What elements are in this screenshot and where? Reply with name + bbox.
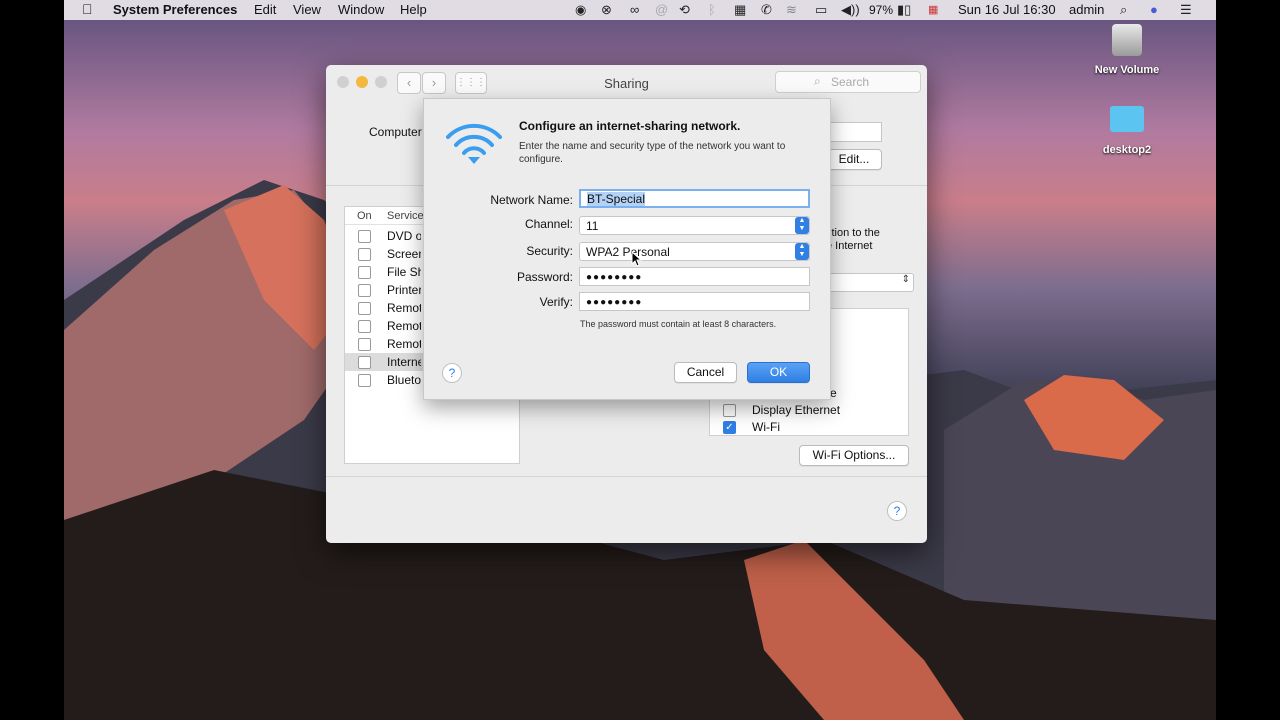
menu-window[interactable]: Window [338,2,384,17]
volume-icon[interactable]: ◀)) [841,2,860,18]
sheet-title: Configure an internet-sharing network. [519,119,741,133]
service-label: Screen [387,247,421,261]
service-checkbox[interactable] [358,248,371,261]
service-label: Remote [387,337,421,351]
verify-value: ●●●●●●●● [586,297,643,308]
edit-button[interactable]: Edit... [826,149,882,170]
service-checkbox[interactable] [358,284,371,297]
flag-uk-icon[interactable]: ▦ [928,3,938,16]
port-checkbox-wifi[interactable]: ✓ [723,421,736,434]
service-label: Printer [387,283,421,297]
service-label: Bluetoo [387,373,421,387]
service-checkbox[interactable] [358,374,371,387]
service-checkbox[interactable] [358,356,371,369]
chevron-updown-icon: ▲ ▼ [795,243,809,260]
channel-label: Channel: [524,217,573,231]
service-label: File Sha [387,265,421,279]
description-text-2: e Internet [826,240,873,252]
sheet-help-button[interactable]: ? [442,363,462,383]
service-label: Internet [387,355,421,369]
service-checkbox[interactable] [358,302,371,315]
desktop-icon-label: New Volume [1094,64,1160,76]
bluetooth-icon[interactable]: ᛒ [708,2,716,17]
wifi-icon [446,123,502,164]
mouse-cursor-icon [631,251,643,267]
menu-help[interactable]: Help [400,2,427,17]
security-select[interactable]: WPA2 Personal ▲ ▼ [579,242,810,261]
keyboard-icon[interactable]: ▦ [734,2,746,18]
wifi-options-button[interactable]: Wi-Fi Options... [799,445,909,466]
service-checkbox[interactable] [358,230,371,243]
password-value: ●●●●●●●● [586,272,643,283]
column-header-on: On [357,210,372,222]
popup-chevron-icon: ⇕ [901,274,910,285]
description-text-1: ction to the [826,227,880,239]
service-label: Remote [387,319,421,333]
app-menu[interactable]: System Preferences [113,2,237,17]
port-checkbox-display-ethernet[interactable] [723,404,736,417]
sheet-description: Enter the name and security type of the … [519,141,786,165]
computer-name-label: Computer [369,125,422,139]
service-label: Remote [387,301,421,315]
desktop-icon-desktop2[interactable]: desktop2 [1084,106,1170,166]
password-label: Password: [516,270,573,284]
at-icon[interactable]: @ [655,2,668,17]
help-button[interactable]: ? [887,501,907,521]
service-label: DVD or [387,229,421,243]
creative-cloud-icon[interactable]: ∞ [630,2,639,17]
service-checkbox[interactable] [358,266,371,279]
service-checkbox[interactable] [358,320,371,333]
menu-bar:  System Preferences Edit View Window He… [64,0,1216,20]
computer-name-field[interactable] [826,122,882,142]
configure-network-sheet: Configure an internet-sharing network. E… [423,98,831,400]
port-label: Wi-Fi [752,420,780,434]
password-input[interactable]: ●●●●●●●● [579,267,810,286]
spotlight-search-icon[interactable]: ⌕ [1120,2,1127,18]
battery-percent: 97% [869,3,894,17]
notification-center-icon[interactable]: ☰ [1180,2,1192,18]
channel-select[interactable]: 11 ▲ ▼ [579,216,810,235]
search-placeholder: Search [831,75,870,89]
folder-icon [1110,106,1144,132]
siri-icon[interactable]: ● [1150,2,1158,17]
desktop-icon-new-volume[interactable]: New Volume [1084,24,1170,84]
network-name-value: BT-Special [587,192,646,206]
verify-label: Verify: [539,295,573,309]
time-machine-icon[interactable]: ⟲ [679,2,690,18]
phone-icon[interactable]: ✆ [761,2,772,18]
apple-menu-icon[interactable]:  [82,1,93,17]
security-label: Security: [526,244,573,258]
menu-edit[interactable]: Edit [254,2,276,17]
network-name-input[interactable]: BT-Special [579,189,810,208]
menu-view[interactable]: View [293,2,321,17]
desktop-icon-label: desktop2 [1102,144,1152,156]
port-label: Display Ethernet [752,403,841,417]
battery-icon[interactable]: ▮▯ [897,2,911,18]
search-icon: ⌕ [814,74,821,88]
service-checkbox[interactable] [358,338,371,351]
airplay-icon[interactable]: ▭ [815,2,827,18]
blocked-icon[interactable]: ⊗ [601,2,612,18]
channel-value: 11 [586,219,599,233]
verify-input[interactable]: ●●●●●●●● [579,292,810,311]
search-field[interactable]: ⌕ Search [775,71,921,93]
security-value: WPA2 Personal [586,245,670,259]
wifi-icon[interactable]: ≋ [786,2,797,18]
cancel-button[interactable]: Cancel [674,362,737,383]
ok-button[interactable]: OK [747,362,810,383]
password-hint: The password must contain at least 8 cha… [580,319,777,329]
record-icon[interactable]: ◉ [575,2,586,18]
window-footer-divider [326,476,927,477]
user-menu[interactable]: admin [1069,2,1104,17]
network-name-label: Network Name: [490,193,573,207]
clock[interactable]: Sun 16 Jul 16:30 [958,2,1056,17]
column-header-service: Service [387,210,424,222]
share-from-popup[interactable]: ⇕ [826,273,914,292]
desktop:  System Preferences Edit View Window He… [64,0,1216,720]
drive-icon [1112,24,1142,56]
chevron-updown-icon: ▲ ▼ [795,217,809,234]
